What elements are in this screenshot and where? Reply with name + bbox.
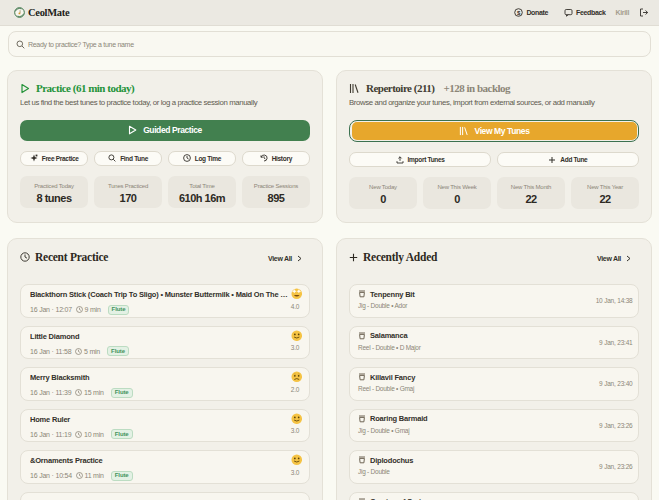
svg-text:$: $ [517,10,521,16]
